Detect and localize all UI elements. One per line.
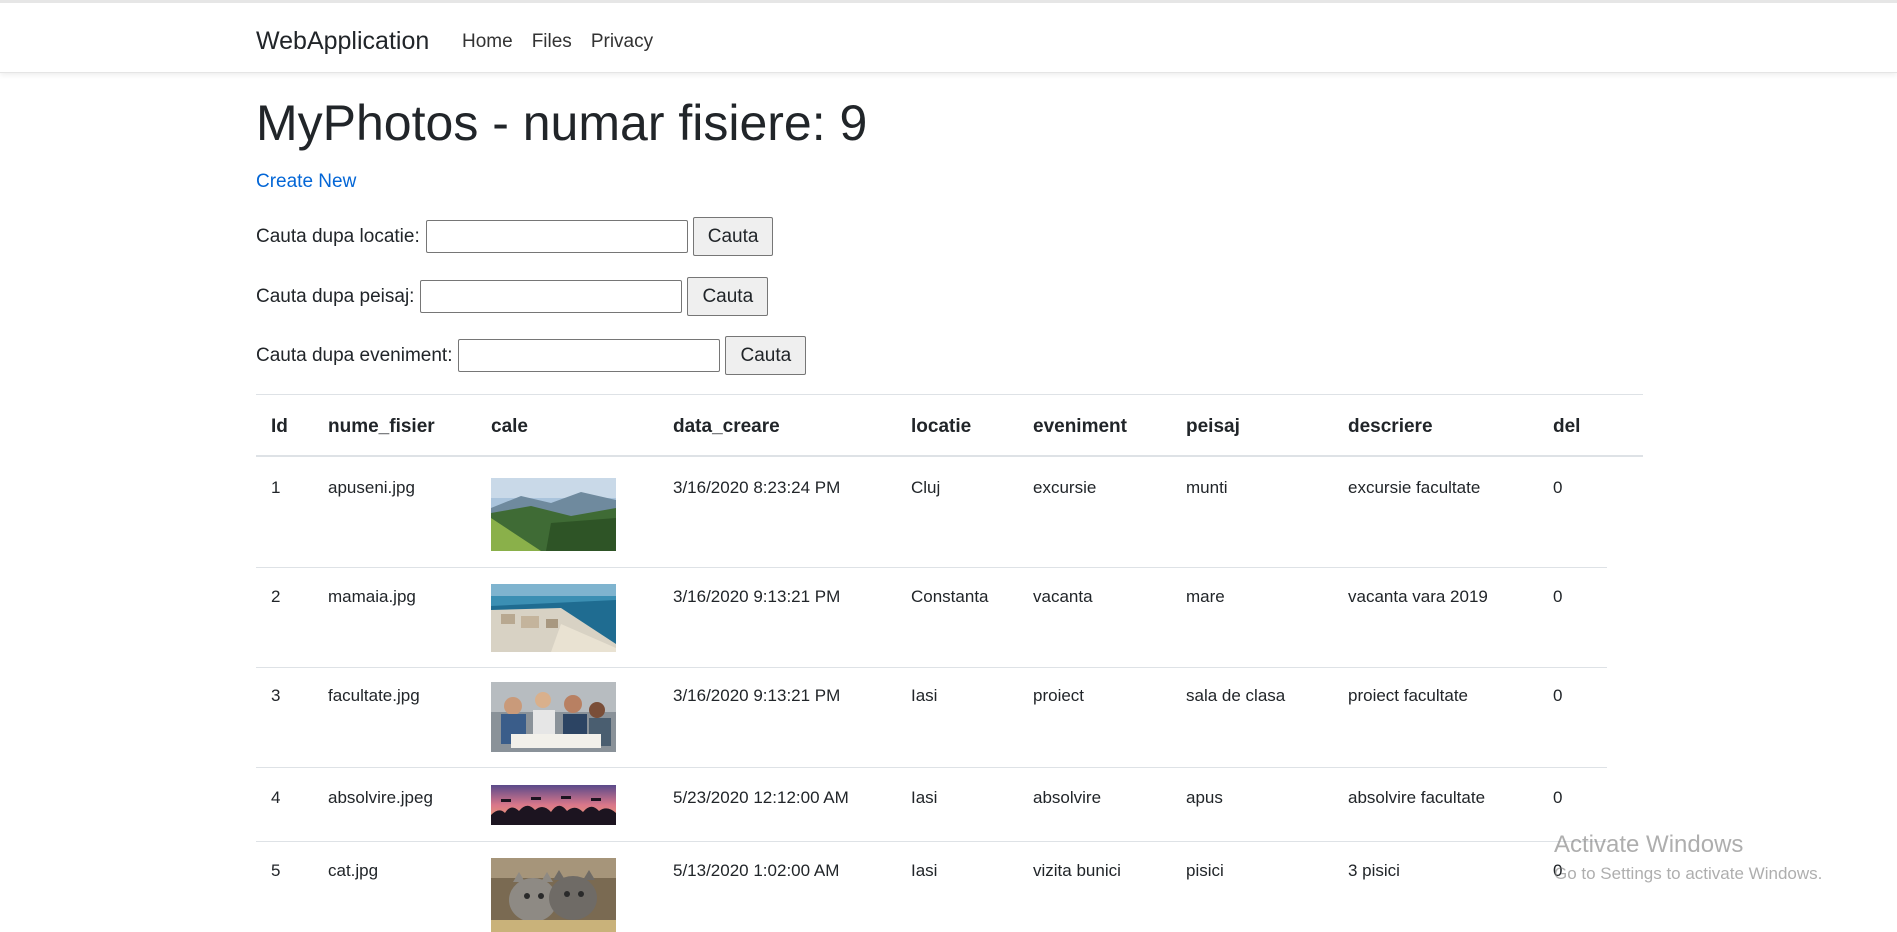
cell-eveniment: absolvire (1033, 788, 1102, 807)
cell-del: 0 (1553, 587, 1563, 606)
table-header-border (256, 455, 1643, 457)
cell-eveniment: excursie (1033, 478, 1097, 497)
row-divider (256, 841, 1607, 842)
brand-link[interactable]: WebApplication (256, 27, 429, 56)
cell-locatie: Iasi (911, 861, 938, 880)
nav-files-link[interactable]: Files (532, 31, 572, 53)
row-divider (256, 767, 1607, 768)
nav-home-link[interactable]: Home (462, 31, 513, 53)
cell-data-creare: 3/16/2020 8:23:24 PM (673, 478, 841, 497)
cell-id: 3 (271, 686, 281, 705)
photo-thumbnail (491, 858, 616, 932)
search-eveniment-label: Cauta dupa eveniment: (256, 344, 453, 366)
cell-locatie: Iasi (911, 686, 938, 705)
cell-id: 2 (271, 587, 281, 606)
column-header-eveniment: eveniment (1033, 416, 1127, 437)
column-header-cale: cale (491, 416, 528, 437)
cell-nume-fisier: absolvire.jpeg (328, 788, 433, 807)
activate-windows-subtitle: Go to Settings to activate Windows. (1554, 864, 1823, 883)
cell-peisaj: mare (1186, 587, 1225, 606)
search-peisaj-label: Cauta dupa peisaj: (256, 285, 415, 307)
cell-eveniment: vizita bunici (1033, 861, 1121, 880)
cell-del: 0 (1553, 478, 1563, 497)
cell-id: 1 (271, 478, 281, 497)
cell-descriere: absolvire facultate (1348, 788, 1486, 807)
cell-peisaj: apus (1186, 788, 1223, 807)
activate-windows-title: Activate Windows (1554, 831, 1744, 858)
cell-eveniment: proiect (1033, 686, 1085, 705)
cell-peisaj: pisici (1186, 861, 1224, 880)
column-header-descriere: descriere (1348, 416, 1433, 437)
cell-locatie: Cluj (911, 478, 941, 497)
cell-del: 0 (1553, 686, 1563, 705)
search-eveniment-input[interactable] (458, 339, 721, 372)
row-divider (256, 667, 1607, 668)
cell-descriere: vacanta vara 2019 (1348, 587, 1488, 606)
nav-privacy-link[interactable]: Privacy (591, 31, 653, 53)
cell-nume-fisier: facultate.jpg (328, 686, 420, 705)
cell-locatie: Constanta (911, 587, 989, 606)
photo-thumbnail (491, 785, 616, 825)
cell-peisaj: munti (1186, 478, 1228, 497)
cell-nume-fisier: mamaia.jpg (328, 587, 416, 606)
cell-peisaj: sala de clasa (1186, 686, 1286, 705)
create-new-link[interactable]: Create New (256, 171, 356, 193)
photo-thumbnail (491, 478, 616, 551)
cell-data-creare: 5/23/2020 12:12:00 AM (673, 788, 849, 807)
cell-descriere: 3 pisici (1348, 861, 1400, 880)
search-locatie-button[interactable]: Cauta (692, 217, 774, 256)
cell-nume-fisier: cat.jpg (328, 861, 379, 880)
cell-eveniment: vacanta (1033, 587, 1093, 606)
column-header-id: Id (271, 416, 288, 437)
cell-del: 0 (1553, 788, 1563, 807)
column-header-nume-fisier: nume_fisier (328, 416, 435, 437)
column-header-peisaj: peisaj (1186, 416, 1240, 437)
cell-nume-fisier: apuseni.jpg (328, 478, 415, 497)
cell-data-creare: 5/13/2020 1:02:00 AM (673, 861, 840, 880)
cell-locatie: Iasi (911, 788, 938, 807)
search-peisaj-form: Cauta dupa peisaj: Cauta (256, 277, 769, 316)
page-title: MyPhotos - numar fisiere: 9 (256, 95, 868, 151)
cell-data-creare: 3/16/2020 9:13:21 PM (673, 686, 841, 705)
photo-thumbnail (491, 682, 616, 752)
cell-id: 4 (271, 788, 281, 807)
photo-thumbnail (491, 584, 616, 652)
navbar: WebApplication Home Files Privacy (0, 0, 1897, 73)
cell-id: 5 (271, 861, 281, 880)
column-header-del: del (1553, 416, 1581, 437)
cell-descriere: proiect facultate (1348, 686, 1469, 705)
table-top-border (256, 394, 1643, 395)
nav-links: Home Files Privacy (462, 31, 653, 53)
cell-descriere: excursie facultate (1348, 478, 1481, 497)
column-header-locatie: locatie (911, 416, 972, 437)
row-divider (256, 567, 1607, 568)
column-header-data-creare: data_creare (673, 416, 780, 437)
search-peisaj-button[interactable]: Cauta (687, 277, 769, 316)
search-peisaj-input[interactable] (420, 280, 683, 313)
search-locatie-form: Cauta dupa locatie: Cauta (256, 217, 774, 256)
search-locatie-input[interactable] (425, 220, 688, 253)
search-locatie-label: Cauta dupa locatie: (256, 225, 420, 247)
cell-data-creare: 3/16/2020 9:13:21 PM (673, 587, 841, 606)
search-eveniment-button[interactable]: Cauta (725, 336, 807, 375)
search-eveniment-form: Cauta dupa eveniment: Cauta (256, 336, 807, 375)
